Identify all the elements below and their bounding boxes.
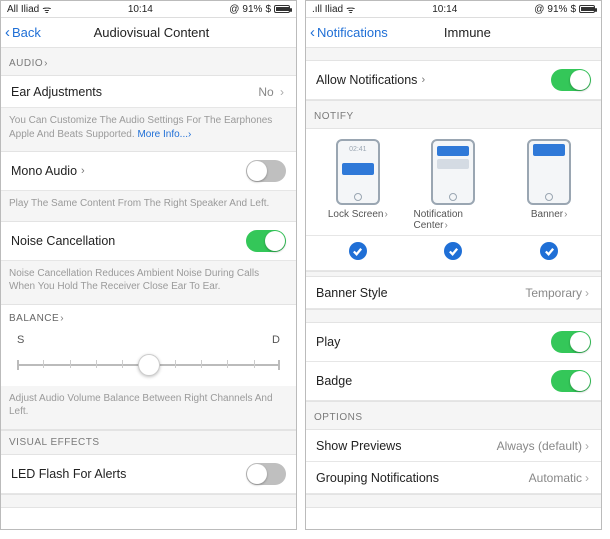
bottom-gap <box>1 494 296 508</box>
mono-label: Mono Audio <box>11 164 85 178</box>
check-center[interactable] <box>444 242 462 260</box>
carrier-text: All Iliad <box>7 4 39 15</box>
toggle-mono[interactable] <box>246 160 286 182</box>
balance-right-label: D <box>272 334 280 346</box>
row-grouping[interactable]: Grouping Notifications Automatic› <box>306 462 601 494</box>
previews-value: Always (default) <box>497 439 582 453</box>
row-allow-notifications[interactable]: Allow Notifications <box>306 61 601 100</box>
chevron-right-icon: › <box>585 471 589 485</box>
previews-label: Show Previews <box>316 439 401 453</box>
lock-caption: Lock Screen <box>328 209 388 220</box>
phone-lock-icon: 02:41 <box>336 139 380 205</box>
navbar: ‹ Notifications Immune <box>306 17 601 47</box>
balance-slider-block: S D <box>1 330 296 386</box>
banner-caption: Banner <box>531 209 568 220</box>
statusbar: .ıll Iliad ᯤ 10:14 @91%$ <box>306 1 601 17</box>
navbar: ‹ Back Audiovisual Content <box>1 17 296 47</box>
battery-text: 91% <box>242 4 262 15</box>
check-banner[interactable] <box>540 242 558 260</box>
noise-label: Noise Cancellation <box>11 234 115 248</box>
notify-lock-col[interactable]: 02:41 Lock Screen <box>318 139 398 231</box>
toggle-allow[interactable] <box>551 69 591 91</box>
toggle-badge[interactable] <box>551 370 591 392</box>
wifi-icon: ᯤ <box>346 2 355 16</box>
noise-desc: Noise Cancellation Reduces Ambient Noise… <box>1 261 296 305</box>
notify-banner-col[interactable]: Banner <box>509 139 589 231</box>
row-badge[interactable]: Badge <box>306 362 601 401</box>
notify-check-row <box>306 236 601 271</box>
section-header-audio: AUDIO <box>1 47 296 76</box>
chevron-right-icon: › <box>585 439 589 453</box>
banner-style-label: Banner Style <box>316 286 388 300</box>
bottom-gap <box>306 494 601 508</box>
ear-desc: You Can Customize The Audio Settings For… <box>1 108 296 152</box>
balance-left-label: S <box>17 334 24 346</box>
more-info-link[interactable]: More Info...› <box>137 129 191 140</box>
led-label: LED Flash For Alerts <box>11 467 126 481</box>
battery-text: 91% <box>547 4 567 15</box>
page-title: Audiovisual Content <box>11 25 292 40</box>
section-header-visual: VISUAL EFFECTS <box>1 430 296 455</box>
section-header-notify: NOTIFY <box>306 100 601 129</box>
balance-slider[interactable] <box>17 352 280 378</box>
toggle-led[interactable] <box>246 463 286 485</box>
battery-icon <box>579 5 595 13</box>
section-header-balance: BALANCE <box>1 305 296 330</box>
statusbar-time: 10:14 <box>355 4 534 15</box>
section-header-options: OPTIONS <box>306 401 601 430</box>
battery-icon <box>274 5 290 13</box>
play-label: Play <box>316 335 340 349</box>
notify-panel: 02:41 Lock Screen Notification Center Ba… <box>306 129 601 236</box>
slider-thumb[interactable] <box>138 354 160 376</box>
notify-center-col[interactable]: Notification Center <box>413 139 493 231</box>
allow-label: Allow Notifications <box>316 73 425 87</box>
row-led-flash[interactable]: LED Flash For Alerts <box>1 455 296 494</box>
row-ear-adjustments[interactable]: Ear Adjustments No › <box>1 76 296 108</box>
row-banner-style[interactable]: Banner Style Temporary› <box>306 277 601 309</box>
ear-value: No <box>258 85 273 99</box>
chevron-right-icon: › <box>585 286 589 300</box>
row-play[interactable]: Play <box>306 323 601 362</box>
gap <box>306 309 601 323</box>
phone-banner-icon <box>527 139 571 205</box>
ear-label: Ear Adjustments <box>11 85 102 99</box>
wifi-icon: ᯤ <box>42 2 51 16</box>
chevron-right-icon: › <box>280 85 284 99</box>
toggle-noise[interactable] <box>246 230 286 252</box>
carrier-text: .ıll Iliad <box>312 4 343 15</box>
statusbar-time: 10:14 <box>51 4 229 15</box>
phone-center-icon <box>431 139 475 205</box>
row-show-previews[interactable]: Show Previews Always (default)› <box>306 430 601 462</box>
banner-style-value: Temporary <box>525 286 582 300</box>
mono-desc: Play The Same Content From The Right Spe… <box>1 191 296 222</box>
chevron-left-icon: ‹ <box>310 24 315 41</box>
chevron-left-icon: ‹ <box>5 24 10 41</box>
badge-label: Badge <box>316 374 352 388</box>
center-caption: Notification Center <box>413 209 493 231</box>
toggle-play[interactable] <box>551 331 591 353</box>
grouping-value: Automatic <box>529 471 582 485</box>
row-noise-cancellation[interactable]: Noise Cancellation <box>1 222 296 261</box>
balance-desc: Adjust Audio Volume Balance Between Righ… <box>1 386 296 430</box>
grouping-label: Grouping Notifications <box>316 471 439 485</box>
check-lock[interactable] <box>349 242 367 260</box>
screen-audiovisual: All Iliad ᯤ 10:14 @91%$ ‹ Back Audiovisu… <box>0 0 297 530</box>
screen-immune: .ıll Iliad ᯤ 10:14 @91%$ ‹ Notifications… <box>305 0 602 530</box>
page-title: Immune <box>338 25 597 40</box>
gap <box>306 47 601 61</box>
row-mono-audio[interactable]: Mono Audio <box>1 152 296 191</box>
statusbar: All Iliad ᯤ 10:14 @91%$ <box>1 1 296 17</box>
